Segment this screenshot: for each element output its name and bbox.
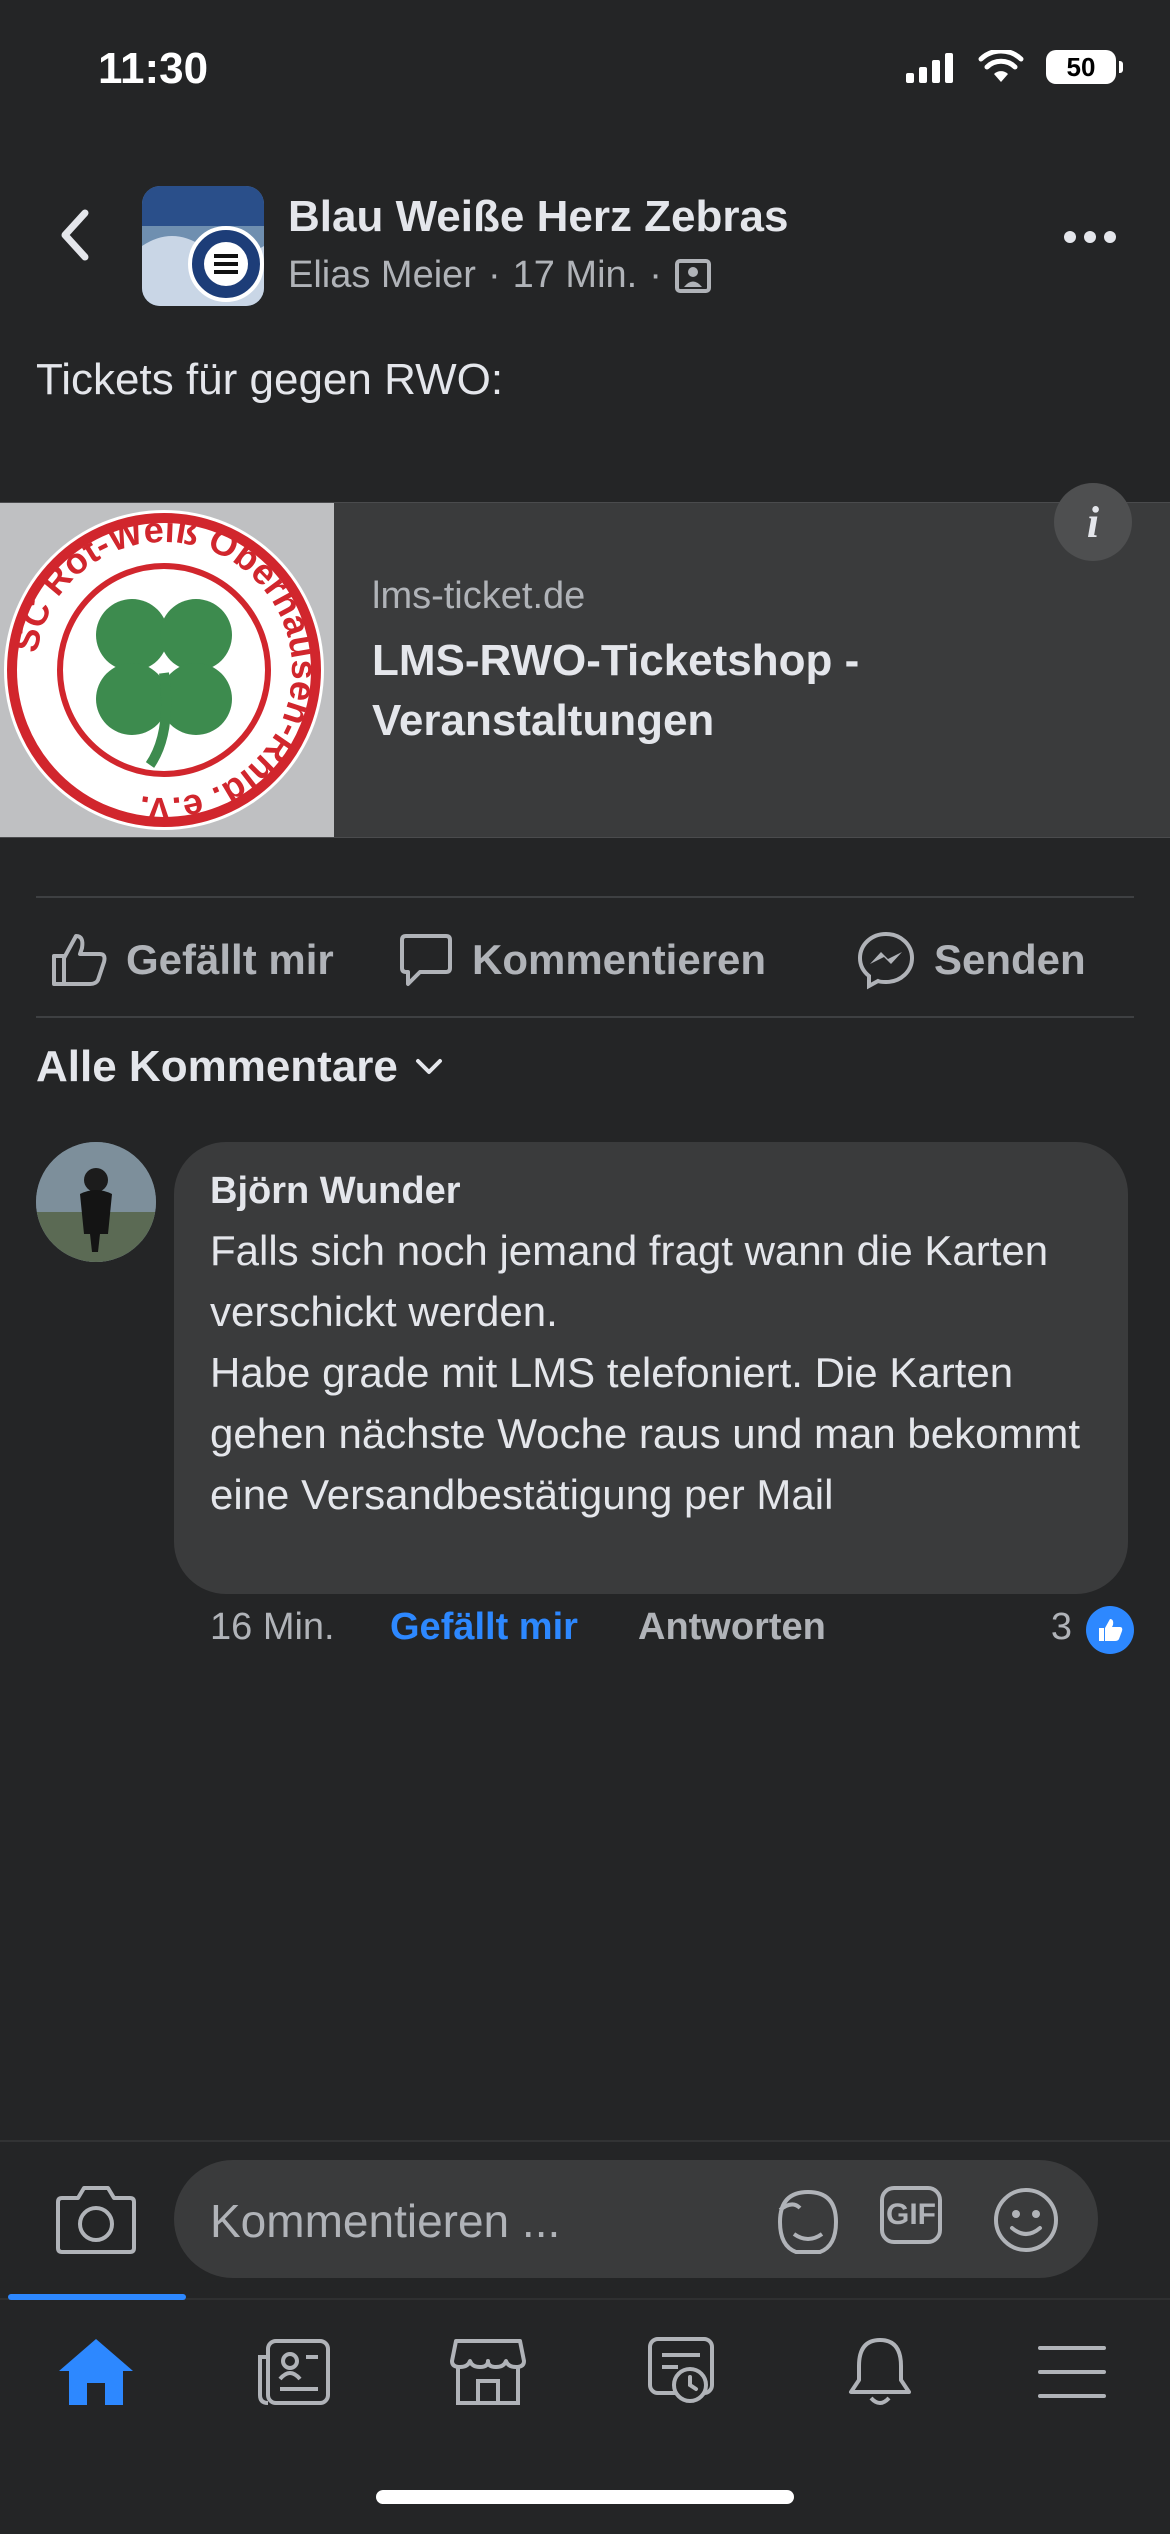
tab-menu[interactable] — [1022, 2332, 1122, 2412]
separator: · — [487, 254, 501, 296]
active-tab-indicator — [8, 2294, 186, 2300]
divider — [36, 896, 1134, 898]
comment-time: 16 Min. — [210, 1606, 335, 1648]
battery-indicator: 50 — [1046, 50, 1123, 84]
like-reaction-badge[interactable] — [1086, 1606, 1134, 1654]
tab-notifications[interactable] — [830, 2332, 930, 2412]
status-icons: 50 — [906, 50, 1123, 84]
group-members-icon — [674, 258, 711, 293]
gif-button[interactable]: GIF — [880, 2186, 942, 2244]
emoji-button[interactable] — [992, 2186, 1060, 2254]
camera-icon — [56, 2186, 136, 2254]
comment-reply-button[interactable]: Antworten — [638, 1606, 826, 1649]
comments-filter-dropdown[interactable]: Alle Kommentare — [36, 1042, 444, 1092]
avatar-sticker-button[interactable] — [772, 2186, 840, 2254]
wifi-icon — [978, 50, 1024, 82]
menu-icon — [1038, 2346, 1106, 2398]
comment-like-button[interactable]: Gefällt mir — [390, 1606, 578, 1649]
home-icon — [59, 2339, 133, 2405]
like-button[interactable]: Gefällt mir — [50, 930, 334, 990]
groups-activity-icon — [648, 2337, 714, 2403]
more-options-button[interactable] — [1050, 212, 1130, 262]
info-button[interactable]: i — [1054, 483, 1132, 561]
camera-button[interactable] — [54, 2182, 138, 2258]
like-label: Gefällt mir — [126, 936, 334, 983]
comment-text: Falls sich noch jemand fragt wann die Ka… — [210, 1227, 1081, 1518]
tab-groups-activity[interactable] — [632, 2332, 732, 2412]
messenger-icon — [857, 931, 915, 990]
back-button[interactable] — [40, 200, 110, 270]
ellipsis-icon — [1064, 231, 1116, 243]
post-meta: Elias Meier · 17 Min. · — [288, 254, 712, 297]
divider — [36, 1016, 1134, 1018]
post-text: Tickets für gegen RWO: — [36, 355, 504, 404]
emoji-icon — [994, 2188, 1058, 2252]
marketplace-icon — [450, 2339, 526, 2405]
group-name[interactable]: Blau Weiße Herz Zebras — [288, 192, 788, 242]
comment-input-placeholder: Kommentieren ... — [210, 2195, 561, 2247]
comment-like-count[interactable]: 3 — [1051, 1606, 1072, 1649]
comment-label: Kommentieren — [472, 936, 767, 983]
status-time: 11:30 — [98, 44, 209, 93]
send-label: Senden — [934, 936, 1086, 983]
signal-icon — [906, 53, 953, 83]
link-thumbnail: SC Rot-Weiß Oberhausen-Rhld. e.V. — [0, 503, 334, 837]
tab-marketplace[interactable] — [438, 2332, 538, 2412]
comment-icon — [400, 934, 452, 986]
post-time[interactable]: 17 Min. — [513, 254, 638, 297]
tab-news[interactable] — [244, 2332, 344, 2412]
link-preview-card[interactable]: SC Rot-Weiß Oberhausen-Rhld. e.V. lms-ti… — [0, 483, 1170, 838]
comments-filter-label: Alle Kommentare — [36, 1042, 398, 1091]
comment-button[interactable]: Kommentieren — [398, 930, 766, 990]
comment-author[interactable]: Björn Wunder — [210, 1170, 461, 1213]
link-domain: lms-ticket.de — [372, 575, 586, 617]
comment-input[interactable]: Kommentieren ... GIF — [174, 2160, 1098, 2278]
separator: · — [649, 254, 662, 296]
chevron-left-icon — [61, 209, 89, 261]
link-title[interactable]: LMS-RWO-Ticketshop - Veranstaltungen — [372, 631, 1092, 751]
home-indicator — [376, 2490, 794, 2504]
chevron-down-icon — [415, 1059, 442, 1074]
news-icon — [258, 2339, 330, 2405]
tab-home[interactable] — [46, 2332, 146, 2412]
avatar-sticker-icon — [777, 2189, 839, 2254]
thumbs-up-icon — [1099, 1619, 1123, 1641]
commenter-avatar[interactable] — [36, 1142, 156, 1262]
author-name[interactable]: Elias Meier — [288, 254, 476, 297]
group-avatar[interactable] — [142, 186, 264, 306]
thumbs-up-icon — [52, 934, 107, 986]
comment-bubble[interactable]: Björn Wunder Falls sich noch jemand frag… — [174, 1142, 1128, 1594]
bell-icon — [849, 2338, 911, 2405]
send-button[interactable]: Senden — [856, 930, 1086, 990]
